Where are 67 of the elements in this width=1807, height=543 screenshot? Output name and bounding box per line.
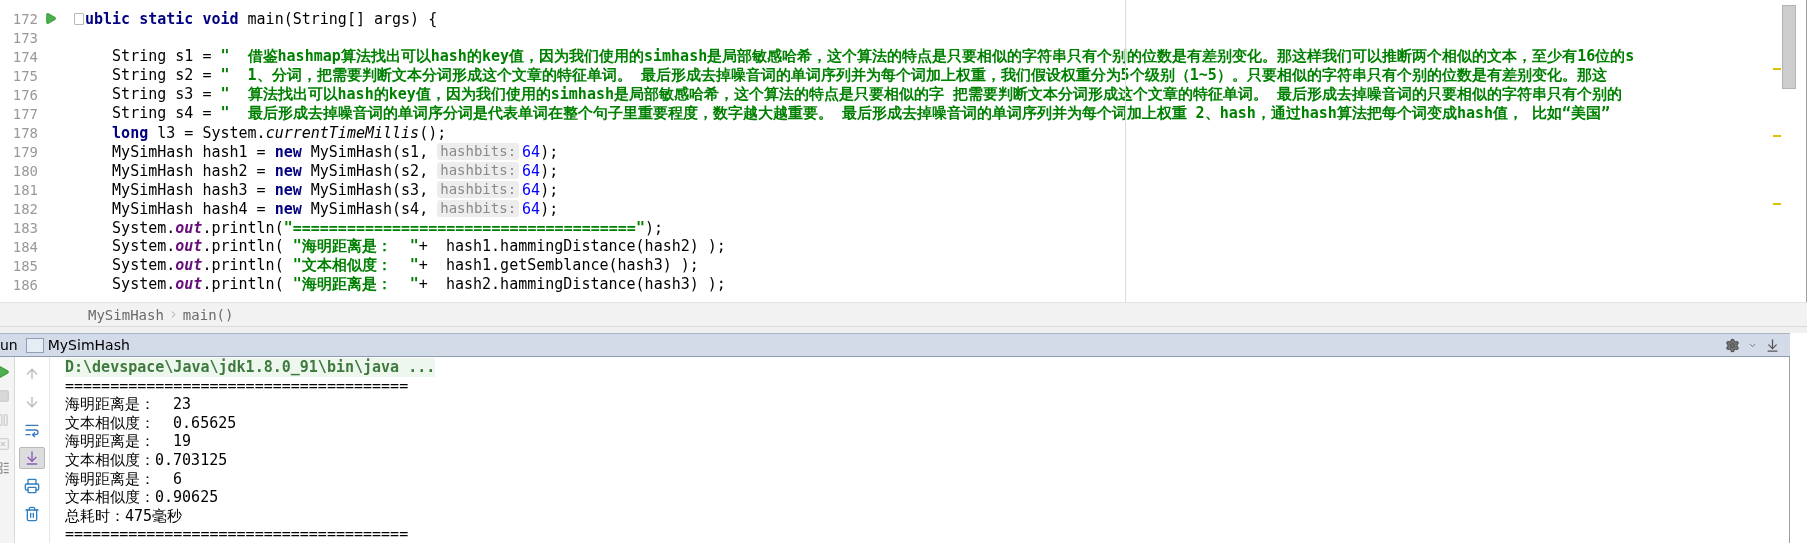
trash-icon xyxy=(24,506,40,522)
arrow-to-line-icon xyxy=(24,450,40,466)
code-text: long l3 = System.currentTimeMillis(); xyxy=(111,123,447,142)
code-text: 64); xyxy=(522,142,559,161)
console-line: 文本相似度： 0.65625 xyxy=(65,413,237,433)
code-text: MySimHash hash1 = new MySimHash(s1, xyxy=(111,142,430,161)
console-line: 海明距离是： 19 xyxy=(65,432,192,451)
parameter-hint: hashbits: xyxy=(437,162,520,179)
parameter-hint: hashbits: xyxy=(437,200,520,217)
code-text: System.out.println( "海明距离是： "+ hash2.hammingDistance(hash3) ); xyxy=(111,275,726,294)
line-number: 176 xyxy=(11,86,38,103)
warning-marker[interactable] xyxy=(1773,203,1781,205)
scrollbar-thumb[interactable] xyxy=(1782,5,1796,89)
breadcrumb-item[interactable]: main() xyxy=(182,306,234,323)
warning-marker[interactable] xyxy=(1773,68,1781,70)
window-icon xyxy=(25,337,44,353)
breadcrumb-item[interactable]: MySimHash xyxy=(88,306,164,323)
console-line: ====================================== xyxy=(65,376,409,396)
code-text: MySimHash hash2 = new MySimHash(s2, xyxy=(111,161,430,180)
line-number: 181 xyxy=(11,181,38,198)
settings-icon[interactable] xyxy=(1725,337,1740,353)
line-number: 185 xyxy=(11,257,38,274)
line-number: 174 xyxy=(11,48,38,65)
line-number: 177 xyxy=(11,105,38,122)
line-number: 186 xyxy=(11,276,38,293)
line-number: 182 xyxy=(11,200,38,217)
console-line: 海明距离是： 23 xyxy=(65,395,192,414)
fold-icon[interactable] xyxy=(74,12,84,25)
up-arrow-icon xyxy=(24,366,40,382)
console-line: 总耗时：475毫秒 xyxy=(65,506,183,526)
config-name[interactable]: MySimHash xyxy=(47,337,130,353)
run-icon[interactable] xyxy=(44,12,57,25)
code-text: 64); xyxy=(522,199,559,218)
line-number: 173 xyxy=(11,29,38,46)
tab-label[interactable]: un xyxy=(0,337,18,353)
line-number: 183 xyxy=(11,219,38,236)
line-number: 184 xyxy=(11,238,38,255)
stop-icon[interactable] xyxy=(0,389,10,403)
parameter-hint: hashbits: xyxy=(437,181,520,198)
scroll-to-end-button[interactable] xyxy=(19,447,45,469)
line-number: 179 xyxy=(11,143,38,160)
code-text: MySimHash hash3 = new MySimHash(s3, xyxy=(111,180,430,199)
pin-icon[interactable] xyxy=(1765,337,1780,353)
down-arrow-icon xyxy=(24,394,40,410)
console-line: 海明距离是： 6 xyxy=(65,469,183,489)
code-text: System.out.println("======================================"); xyxy=(111,218,663,237)
pause-icon[interactable] xyxy=(0,413,10,427)
line-number: 178 xyxy=(11,124,38,141)
code-text: ublic static void main(String[] args) { xyxy=(85,9,438,28)
wrap-icon xyxy=(24,422,40,438)
printer-icon xyxy=(24,478,40,494)
warning-marker[interactable] xyxy=(1773,135,1781,137)
console-line: 文本相似度：0.703125 xyxy=(65,450,228,470)
line-number: 172 xyxy=(11,10,38,27)
console-line: 文本相似度：0.90625 xyxy=(65,488,219,507)
line-number: 180 xyxy=(11,162,38,179)
layout-icon[interactable] xyxy=(0,461,10,475)
code-text: MySimHash hash4 = new MySimHash(s4, xyxy=(111,199,430,218)
parameter-hint: hashbits: xyxy=(437,143,520,160)
console-line: ====================================== xyxy=(65,525,409,543)
run-icon[interactable] xyxy=(0,365,10,379)
code-text: 64); xyxy=(522,161,559,180)
close-icon[interactable] xyxy=(0,437,10,451)
code-text: System.out.println( "海明距离是： "+ hash1.hammingDistance(hash2) ); xyxy=(111,237,726,256)
line-number: 175 xyxy=(11,67,38,84)
code-text: System.out.println( "文本相似度： "+ hash1.getSemblance(hash3) ); xyxy=(111,256,699,275)
code-text: 64); xyxy=(522,180,559,199)
